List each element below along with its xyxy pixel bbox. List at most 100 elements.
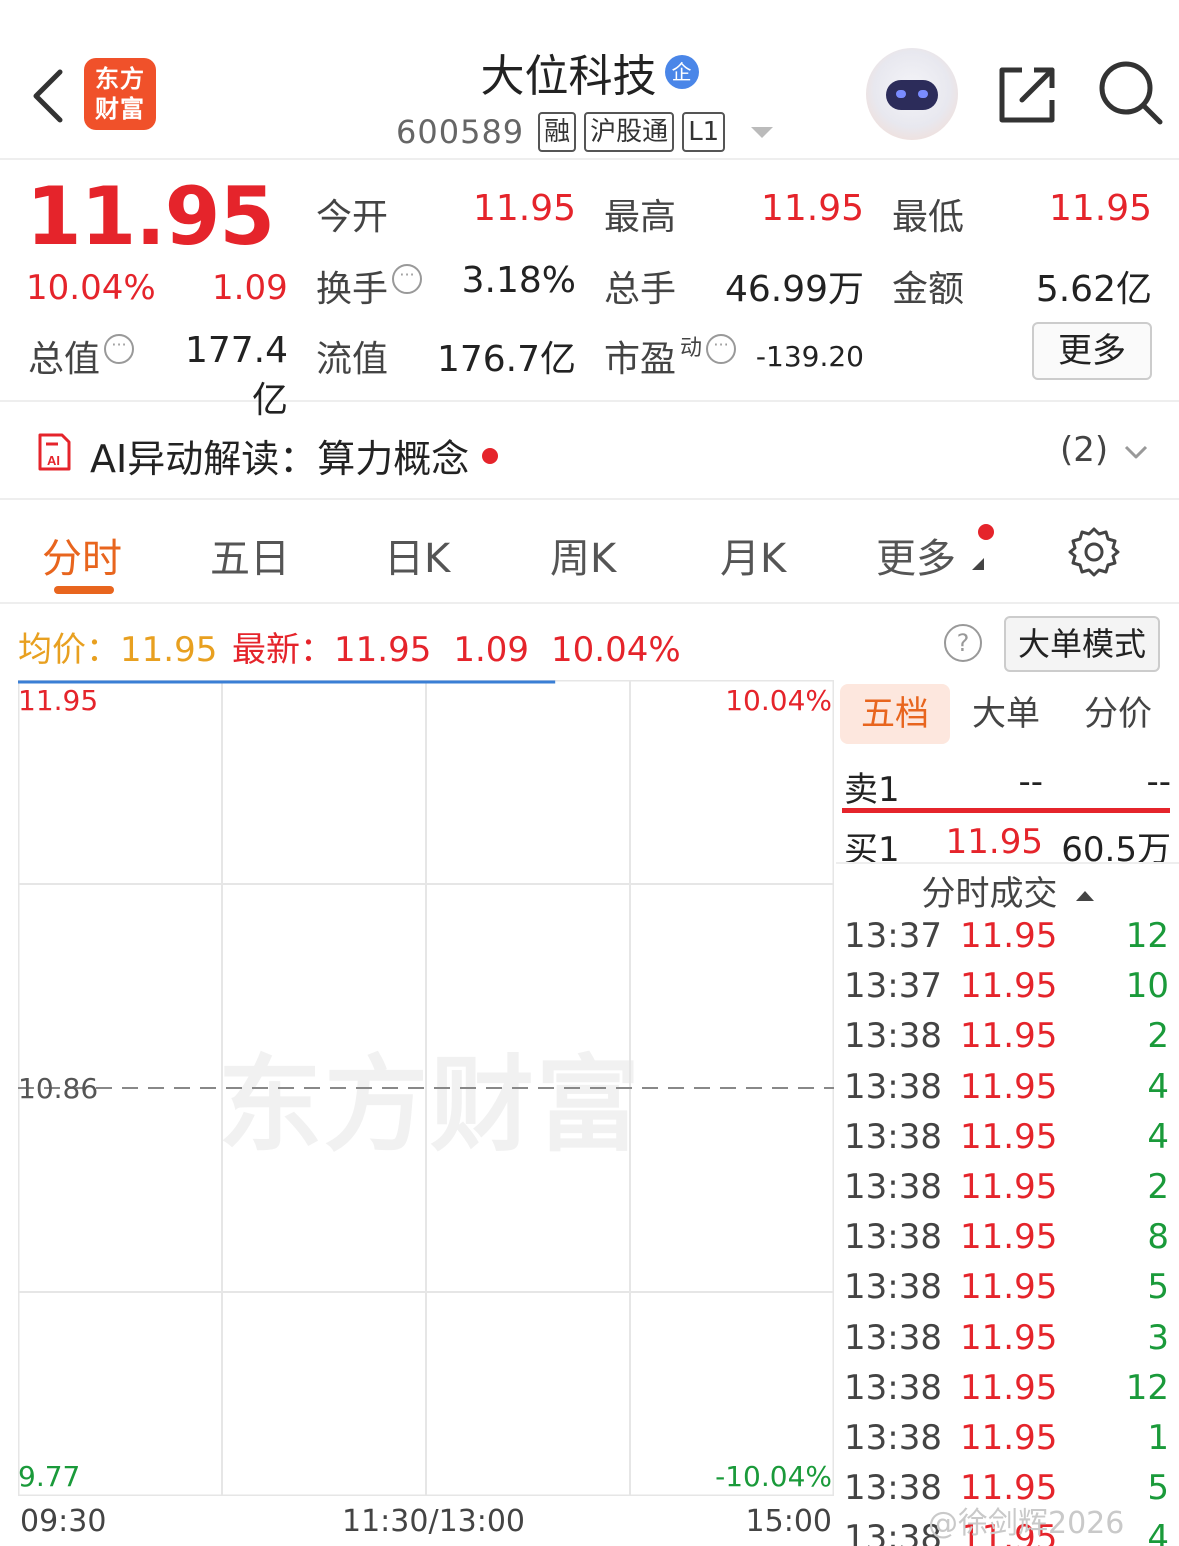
ai-insight-text: AI异动解读：算力概念 — [90, 437, 470, 481]
trade-price: 11.95 — [960, 1066, 1058, 1107]
ai-insight-count: (2) — [1060, 430, 1109, 470]
volume-value: 46.99万 — [724, 269, 864, 310]
trade-price: 11.95 — [960, 1317, 1058, 1358]
pe-label-text: 市盈 — [604, 339, 677, 380]
prev-close-label: 10.86 — [18, 1072, 99, 1105]
gear-icon[interactable] — [1068, 526, 1120, 578]
trade-price: 11.95 — [960, 1217, 1058, 1258]
pe-value: -139.20 — [755, 340, 864, 373]
trade-volume: 12 — [1125, 916, 1169, 956]
trade-time: 13:38 — [844, 1367, 942, 1408]
avg-price: 均价：11.95 — [18, 622, 217, 671]
sell-1-volume: -- — [1146, 762, 1171, 802]
tab-intraday[interactable]: 分时 — [42, 526, 122, 584]
high-value: 11.95 — [760, 188, 864, 229]
open-value: 11.95 — [472, 188, 576, 229]
y-max-label: 11.95 — [18, 684, 99, 717]
trade-price: 11.95 — [960, 1267, 1058, 1308]
ai-robot-avatar[interactable] — [866, 48, 958, 140]
stock-connect-tag: 沪股通 — [584, 112, 675, 152]
trade-time: 13:38 — [844, 1217, 942, 1258]
active-tab-indicator — [54, 586, 114, 594]
trade-volume: 5 — [1147, 1468, 1169, 1509]
last-price: 最新：11.95 1.09 10.04% — [232, 622, 681, 671]
tab-big-orders[interactable]: 大单 — [956, 684, 1056, 744]
pe-dynamic-label: 动 — [680, 336, 703, 361]
divider — [836, 862, 1179, 864]
trade-volume: 4 — [1147, 1518, 1169, 1546]
trades-header[interactable]: 分时成交 — [836, 866, 1179, 914]
trade-row: 13:38 11.95 12 — [836, 1368, 1179, 1418]
level-tag: L1 — [682, 112, 726, 152]
tab-more[interactable]: 更多 — [876, 526, 956, 584]
trade-volume: 2 — [1147, 1016, 1169, 1057]
trade-row: 13:38 11.95 2 — [836, 1167, 1179, 1217]
info-icon[interactable]: ··· — [392, 264, 423, 294]
avg-price-value: 11.95 — [120, 630, 218, 670]
trade-price: 11.95 — [960, 1016, 1058, 1057]
margin-tag: 融 — [538, 112, 577, 152]
trade-time: 13:37 — [844, 966, 942, 1007]
pct-max-label: 10.04% — [725, 684, 832, 717]
intraday-chart[interactable]: 东方财富 11.95 10.86 9.77 10.04% -10.04% — [18, 680, 834, 1496]
trade-row: 13:38 11.95 3 — [836, 1318, 1179, 1368]
chevron-down-icon[interactable] — [751, 126, 774, 138]
turnover-label-text: 换手 — [316, 269, 389, 310]
trade-time: 13:37 — [844, 916, 942, 956]
help-icon[interactable]: ? — [944, 624, 982, 662]
weibo-watermark: @徐剑辉2026 — [928, 1506, 1125, 1541]
trade-time: 13:38 — [844, 1267, 942, 1308]
last-change-value: 1.09 — [453, 630, 530, 670]
trade-volume: 3 — [1147, 1317, 1169, 1358]
trade-price: 11.95 — [960, 1367, 1058, 1408]
tab-monthly-k[interactable]: 月K — [720, 526, 786, 584]
share-icon[interactable] — [996, 64, 1058, 126]
ai-insight-bar[interactable]: AI AI异动解读：算力概念 (2) — [0, 404, 1179, 500]
trade-row: 13:38 11.95 2 — [836, 1016, 1179, 1066]
trade-row: 13:38 11.95 5 — [836, 1267, 1179, 1317]
change-percent: 10.04% — [26, 268, 156, 308]
avg-price-label: 均价： — [18, 630, 120, 670]
tab-five-levels[interactable]: 五档 — [840, 684, 950, 744]
chevron-down-icon[interactable] — [1124, 444, 1148, 460]
tab-five-day[interactable]: 五日 — [210, 526, 290, 584]
trade-row: 13:38 11.95 1 — [836, 1418, 1179, 1468]
trade-time: 13:38 — [844, 1418, 942, 1458]
info-icon[interactable]: ··· — [706, 334, 737, 364]
trade-price: 11.95 — [960, 1116, 1058, 1157]
trade-volume: 4 — [1147, 1116, 1169, 1157]
trade-row: 13:37 11.95 10 — [836, 966, 1179, 1016]
trade-row: 13:38 11.95 4 — [836, 1067, 1179, 1117]
robot-eye-icon — [918, 90, 928, 98]
turnover-label: 换手 ··· — [316, 260, 423, 312]
volume-label: 总手 — [604, 269, 677, 310]
trade-volume: 5 — [1147, 1267, 1169, 1308]
sell-1-price: -- — [1018, 762, 1043, 802]
trade-volume: 4 — [1147, 1066, 1169, 1107]
float-cap-label: 流值 — [316, 339, 389, 380]
stock-code: 600589 — [396, 113, 525, 151]
unread-dot — [482, 448, 498, 464]
tab-price-dist[interactable]: 分价 — [1068, 684, 1168, 744]
trade-volume: 2 — [1147, 1167, 1169, 1207]
y-min-label: 9.77 — [18, 1460, 81, 1493]
stock-subtitle[interactable]: 600589 融 沪股通 L1 — [396, 108, 774, 156]
x-tick-label: 15:00 — [745, 1504, 832, 1539]
more-stats-button[interactable]: 更多 — [1032, 322, 1152, 380]
search-icon[interactable] — [1098, 60, 1164, 126]
info-icon[interactable]: ··· — [104, 334, 135, 364]
x-tick-label: 11:30/13:00 — [342, 1504, 526, 1539]
trade-volume: 10 — [1125, 966, 1169, 1007]
chart-canvas — [18, 680, 834, 1496]
last-change-pct: 10.04% — [551, 630, 681, 670]
robot-eye-icon — [896, 90, 906, 98]
tab-daily-k[interactable]: 日K — [384, 526, 450, 584]
chart-info-row: 均价：11.95 最新：11.95 1.09 10.04% ? 大单模式 — [0, 606, 1179, 678]
trade-time: 13:38 — [844, 1016, 942, 1057]
big-order-mode-button[interactable]: 大单模式 — [1004, 616, 1160, 672]
amount-label: 金额 — [892, 269, 965, 310]
trade-price: 11.95 — [960, 1167, 1058, 1207]
tab-weekly-k[interactable]: 周K — [550, 526, 616, 584]
last-price-value: 11.95 — [334, 630, 432, 670]
amount-value: 5.62亿 — [1035, 269, 1152, 310]
